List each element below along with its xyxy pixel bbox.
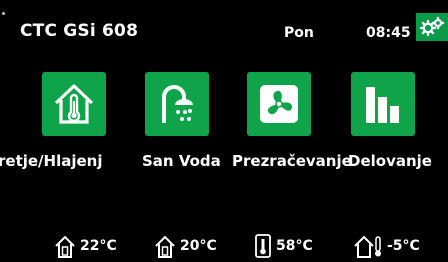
gears-icon (419, 16, 445, 37)
label-hot-water: San Voda (142, 152, 221, 170)
bar-chart-icon (366, 87, 399, 123)
water-temperature: 58°C (276, 238, 313, 254)
status-outdoor: -5°C (353, 233, 420, 259)
label-operation: Delovanje (348, 152, 432, 170)
status-room-2: 20°C (154, 233, 217, 259)
fan-icon (260, 85, 298, 123)
label-heating-cooling: retje/Hlajenj (0, 152, 103, 170)
status-room-1: 22°C (54, 233, 117, 259)
day-label: Pon (284, 25, 314, 41)
house-thermometer-icon (54, 84, 94, 124)
device-title: CTC GSi 608 (20, 21, 139, 41)
status-water: 58°C (254, 233, 313, 259)
house-outline-icon (155, 235, 175, 258)
outdoor-temperature: -5°C (387, 238, 420, 254)
menu-heating-cooling-button[interactable] (42, 72, 106, 136)
status-dot (2, 12, 5, 15)
settings-button[interactable] (416, 13, 448, 41)
menu-operation-button[interactable] (351, 72, 415, 136)
house-outdoor-thermometer-icon (354, 235, 381, 258)
room-1-temperature: 22°C (80, 238, 117, 254)
label-ventilation: Prezračevanje (232, 152, 352, 170)
shower-icon (162, 85, 193, 123)
menu-hot-water-button[interactable] (145, 72, 209, 136)
room-2-temperature: 20°C (180, 238, 217, 254)
thermometer-icon (255, 234, 271, 258)
clock-time: 08:45 (366, 25, 411, 41)
house-outline-icon (55, 235, 75, 258)
menu-ventilation-button[interactable] (247, 72, 311, 136)
